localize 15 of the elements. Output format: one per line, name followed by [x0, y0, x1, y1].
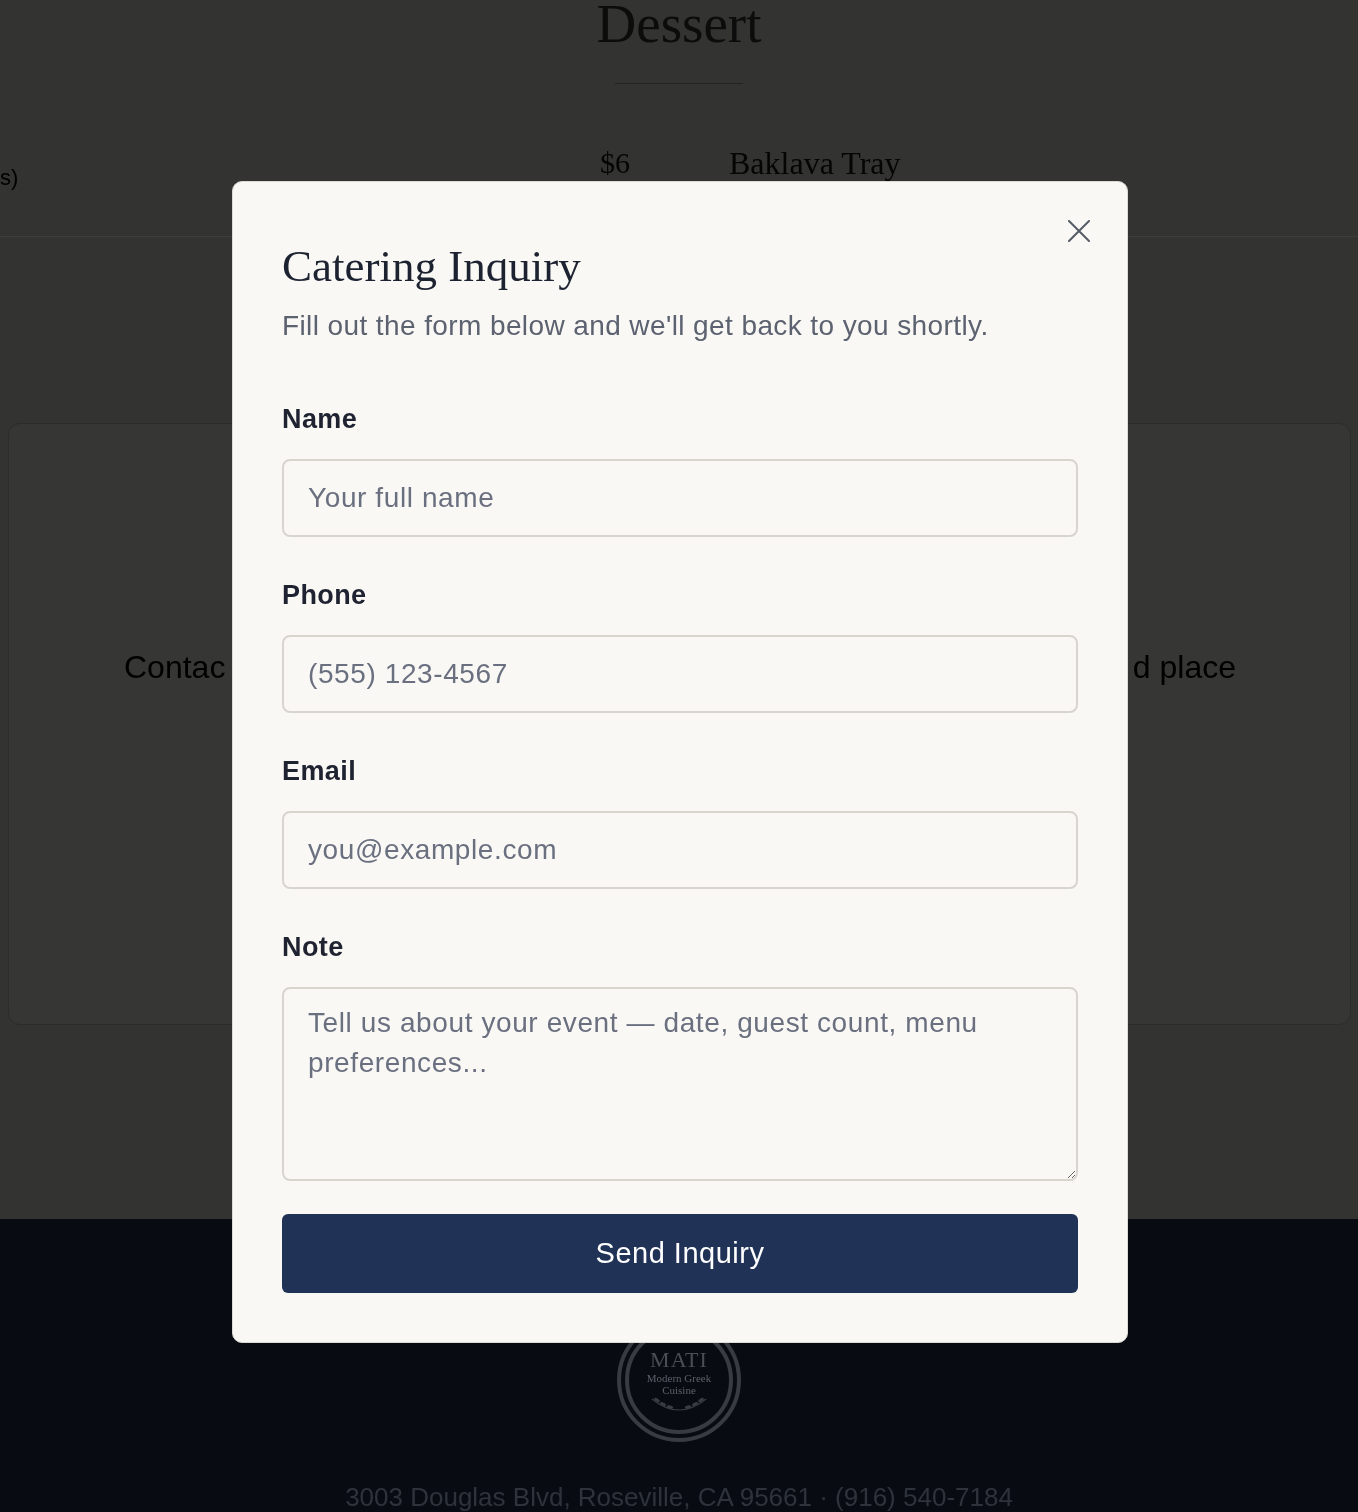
laurel-wreath-drawing	[649, 1396, 709, 1413]
send-inquiry-button[interactable]: Send Inquiry	[282, 1214, 1078, 1293]
field-label: Email	[282, 755, 358, 787]
logo-wordmark: MATI	[650, 1347, 708, 1372]
input-field[interactable]: (555) 123-4567	[282, 635, 1078, 713]
input-field[interactable]: Your full name	[282, 459, 1078, 537]
field-label: Name	[282, 403, 359, 435]
logo-tagline: Modern Greek Cuisine	[645, 1371, 713, 1396]
dialog-subtitle: Fill out the form below and we'll get back to you shortly.	[282, 309, 990, 343]
dialog-title: Catering Inquiry	[282, 240, 582, 292]
field-label: Note	[282, 931, 345, 963]
input-field[interactable]: you@example.com	[282, 811, 1078, 889]
field-label: Phone	[282, 579, 368, 611]
textarea-field[interactable]: Tell us about your event — date, guest count, menu preferences...	[282, 987, 1078, 1181]
close-icon	[1068, 220, 1090, 242]
